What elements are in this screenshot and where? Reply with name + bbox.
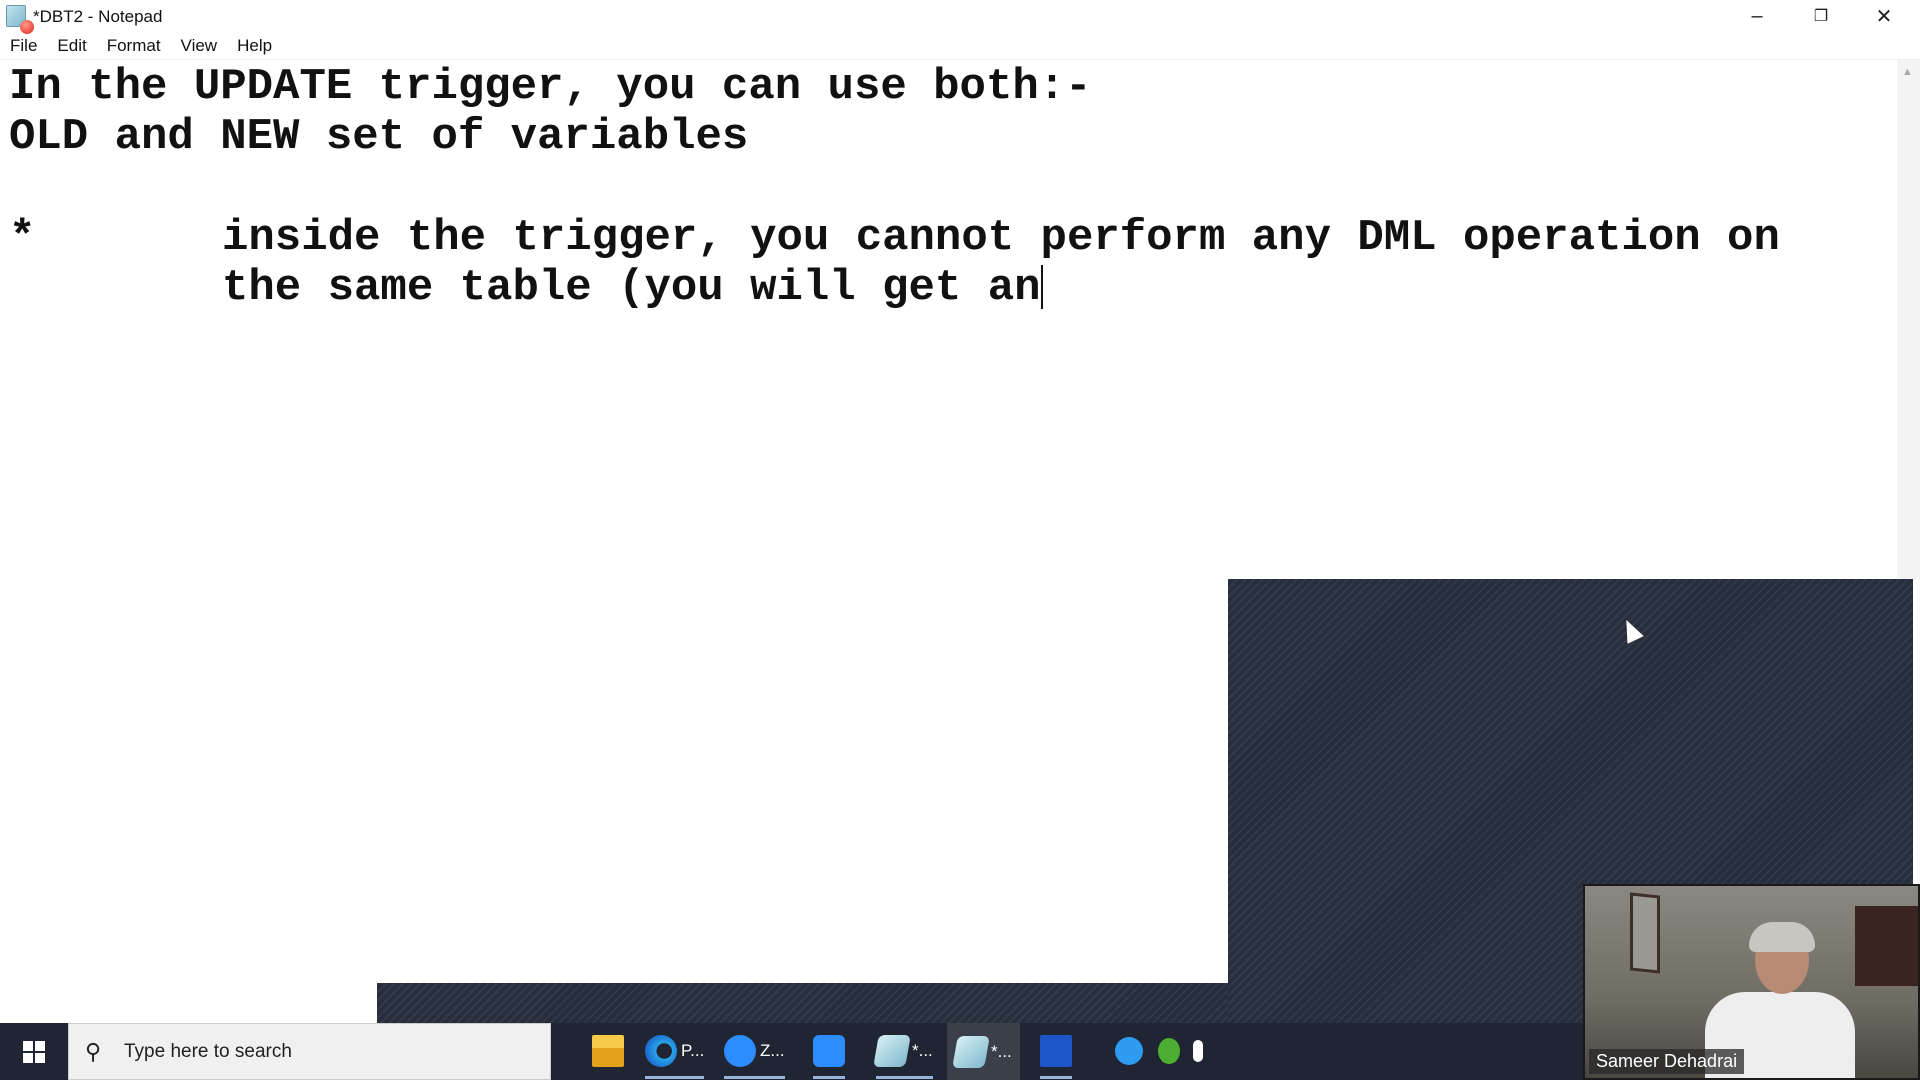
search-placeholder: Type here to search <box>124 1041 292 1062</box>
windows-icon <box>23 1040 45 1063</box>
taskbar-zoom[interactable]: Z... <box>724 1031 785 1079</box>
window-title: *DBT2 - Notepad <box>33 7 163 26</box>
notepad-icon <box>952 1035 990 1068</box>
close-button[interactable]: ✕ <box>1853 0 1915 32</box>
menu-view[interactable]: View <box>171 34 228 59</box>
menu-file[interactable]: File <box>0 34 47 59</box>
taskbar-label: *... <box>912 1041 933 1060</box>
active-indicator <box>1040 1076 1072 1079</box>
editor-line: In the UPDATE trigger, you can use both:… <box>9 62 1092 112</box>
active-indicator <box>645 1076 705 1079</box>
editor-line: the same table (you will get an <box>222 263 1043 313</box>
notepad-icon <box>873 1035 911 1067</box>
editor-line: OLD and NEW set of variables <box>9 112 749 162</box>
person-hair <box>1749 922 1815 952</box>
zoom-icon <box>724 1035 756 1067</box>
taskbar-zoom-meeting[interactable] <box>813 1031 845 1079</box>
active-indicator <box>876 1076 933 1079</box>
editor-line: inside the trigger, you cannot perform a… <box>222 213 1780 263</box>
taskbar-label: *... <box>991 1041 1012 1061</box>
title-bar: *DBT2 - Notepad – ❐ ✕ <box>0 0 1920 34</box>
shelf <box>1855 906 1918 986</box>
menu-help[interactable]: Help <box>227 34 282 59</box>
help-icon <box>1115 1037 1143 1065</box>
wall-picture <box>1630 892 1660 974</box>
active-indicator <box>724 1076 785 1079</box>
microphone-icon <box>1193 1040 1203 1062</box>
participant-video[interactable]: Sameer Dehadrai <box>1583 884 1920 1080</box>
menu-bar: File Edit Format View Help <box>0 34 1920 60</box>
start-button[interactable] <box>0 1023 68 1080</box>
active-indicator <box>813 1076 845 1079</box>
menu-format[interactable]: Format <box>97 34 171 59</box>
vertical-scrollbar[interactable] <box>1897 60 1920 580</box>
bullet-marker: * <box>9 213 36 263</box>
whiteboard-icon <box>1040 1035 1072 1067</box>
taskbar-whiteboard[interactable] <box>1040 1031 1072 1079</box>
taskbar-edge[interactable]: P... <box>645 1031 705 1079</box>
taskbar-file-explorer[interactable] <box>592 1031 624 1071</box>
menu-edit[interactable]: Edit <box>47 34 96 59</box>
minimize-button[interactable]: – <box>1726 0 1788 32</box>
taskbar-label: Z... <box>760 1041 785 1060</box>
editor-line-bullet: * <box>9 213 35 263</box>
search-icon: ⚲ <box>85 1039 102 1064</box>
zoom-meeting-icon <box>813 1035 845 1067</box>
editor-line-text: the same table (you will get an <box>222 263 1041 313</box>
security-check-icon <box>1158 1038 1180 1064</box>
file-explorer-icon <box>592 1035 624 1067</box>
taskbar-notepad-1[interactable]: *... <box>873 1031 933 1079</box>
scroll-up-arrow-icon[interactable]: ▲ <box>1902 66 1913 78</box>
edge-icon <box>645 1035 677 1067</box>
tray-microphone[interactable] <box>1193 1031 1203 1071</box>
text-caret <box>1040 265 1043 310</box>
taskbar-notepad-2[interactable]: *... <box>947 1023 1020 1080</box>
taskbar-label: P... <box>681 1041 705 1060</box>
tray-security[interactable] <box>1158 1031 1180 1071</box>
participant-name: Sameer Dehadrai <box>1589 1049 1745 1074</box>
taskbar-search-box[interactable]: ⚲ Type here to search <box>68 1023 551 1080</box>
restore-button[interactable]: ❐ <box>1790 0 1852 32</box>
recording-indicator-icon <box>20 20 34 34</box>
editor-line-text: inside the trigger, you cannot perform a… <box>222 213 1780 263</box>
tray-help[interactable] <box>1115 1031 1143 1071</box>
screen-share-background <box>377 983 1228 1023</box>
